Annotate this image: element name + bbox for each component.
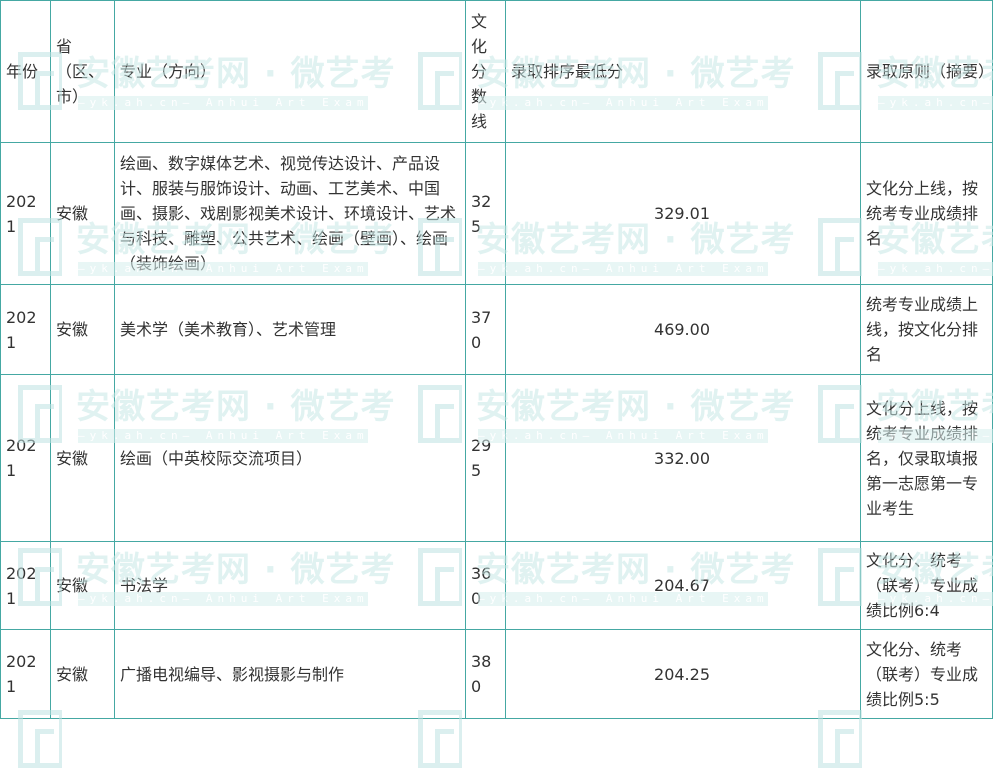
cell-min-score: 204.67: [505, 541, 861, 630]
cell-year: 2021: [0, 284, 51, 375]
cell-province: 安徽: [50, 284, 115, 375]
cell-principle: 文化分上线，按统考专业成绩排名，仅录取填报第一志愿第一专业考生: [860, 374, 993, 542]
admission-table: 年份 省（区、市） 专业（方向） 文化分数线 录取排序最低分 录取原则（摘要） …: [0, 0, 993, 719]
table-row: 2021 安徽 书法学 360 204.67 文化分、统考（联考）专业成绩比例6…: [0, 541, 993, 630]
cell-principle: 文化分、统考（联考）专业成绩比例6:4: [860, 541, 993, 630]
cell-year: 2021: [0, 374, 51, 542]
cell-major: 绘画（中英校际交流项目）: [114, 374, 466, 542]
header-cutoff: 文化分数线: [465, 0, 506, 143]
header-year: 年份: [0, 0, 51, 143]
table-row: 2021 安徽 绘画、数字媒体艺术、视觉传达设计、产品设计、服装与服饰设计、动画…: [0, 142, 993, 285]
cell-principle: 文化分上线，按统考专业成绩排名: [860, 142, 993, 285]
header-principle: 录取原则（摘要）: [860, 0, 993, 143]
cell-province: 安徽: [50, 541, 115, 630]
cell-cutoff: 370: [465, 284, 506, 375]
cell-min-score: 469.00: [505, 284, 861, 375]
header-row: 年份 省（区、市） 专业（方向） 文化分数线 录取排序最低分 录取原则（摘要）: [0, 0, 993, 143]
cell-cutoff: 325: [465, 142, 506, 285]
watermark: [418, 710, 778, 780]
watermark: [18, 710, 378, 780]
cell-province: 安徽: [50, 142, 115, 285]
table-row: 2021 安徽 美术学（美术教育）、艺术管理 370 469.00 统考专业成绩…: [0, 284, 993, 375]
header-province: 省（区、市）: [50, 0, 115, 143]
header-min-score: 录取排序最低分: [505, 0, 861, 143]
watermark: [818, 710, 993, 780]
cell-province: 安徽: [50, 374, 115, 542]
cell-min-score: 332.00: [505, 374, 861, 542]
header-major: 专业（方向）: [114, 0, 466, 143]
cell-major: 广播电视编导、影视摄影与制作: [114, 629, 466, 719]
cell-major: 绘画、数字媒体艺术、视觉传达设计、产品设计、服装与服饰设计、动画、工艺美术、中国…: [114, 142, 466, 285]
cell-year: 2021: [0, 541, 51, 630]
cell-principle: 文化分、统考（联考）专业成绩比例5:5: [860, 629, 993, 719]
cell-major: 书法学: [114, 541, 466, 630]
cell-cutoff: 360: [465, 541, 506, 630]
table-row: 2021 安徽 绘画（中英校际交流项目） 295 332.00 文化分上线，按统…: [0, 374, 993, 542]
cell-principle: 统考专业成绩上线，按文化分排名: [860, 284, 993, 375]
cell-cutoff: 295: [465, 374, 506, 542]
cell-major: 美术学（美术教育）、艺术管理: [114, 284, 466, 375]
cell-year: 2021: [0, 629, 51, 719]
cell-min-score: 329.01: [505, 142, 861, 285]
table-row: 2021 安徽 广播电视编导、影视摄影与制作 380 204.25 文化分、统考…: [0, 629, 993, 719]
cell-province: 安徽: [50, 629, 115, 719]
cell-cutoff: 380: [465, 629, 506, 719]
cell-min-score: 204.25: [505, 629, 861, 719]
cell-year: 2021: [0, 142, 51, 285]
